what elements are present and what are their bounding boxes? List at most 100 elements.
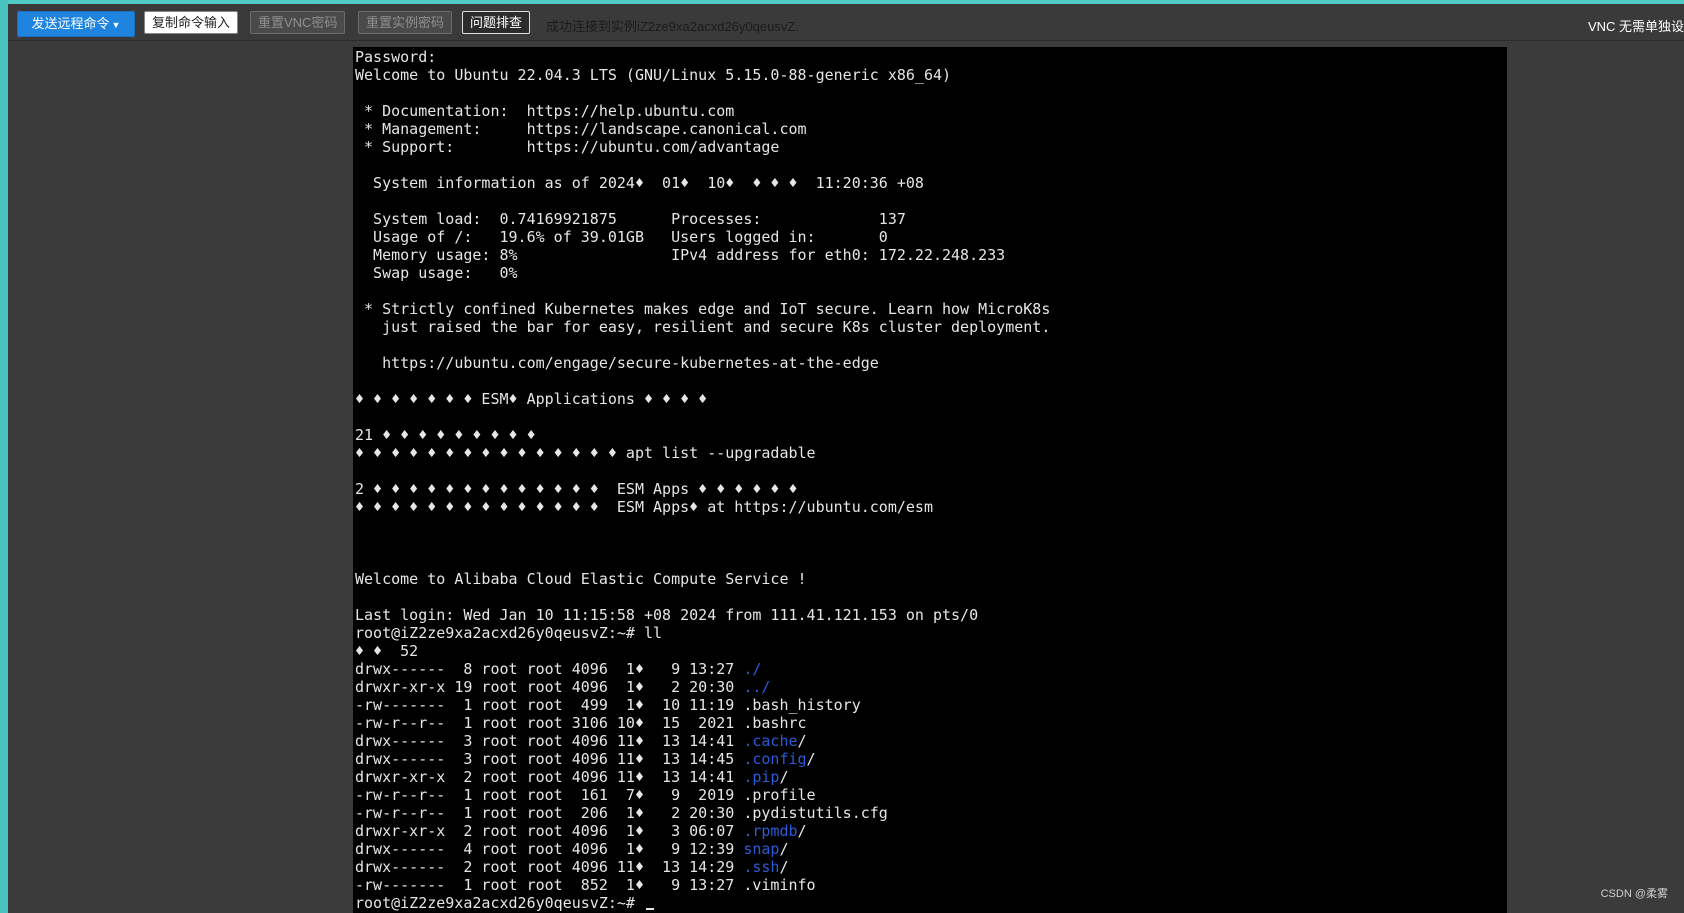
terminal-text: root@iZ2ze9xa2acxd26y0qeusvZ:~# ll (355, 624, 663, 642)
terminal-line: drwxr-xr-x 2 root root 4096 11♦ 13 14:41… (355, 768, 1507, 786)
csdn-watermark: CSDN @柔雾 (1600, 888, 1668, 900)
terminal-text: drwxr-xr-x 2 root root 4096 11♦ 13 14:41 (355, 768, 744, 786)
terminal-text: * Strictly confined Kubernetes makes edg… (355, 300, 1051, 318)
left-accent-bar (0, 0, 8, 913)
terminal-line: * Documentation: https://help.ubuntu.com (355, 102, 1507, 120)
terminal-line: -rw-r--r-- 1 root root 3106 10♦ 15 2021 … (355, 714, 1507, 732)
terminal-text: * Management: https://landscape.canonica… (355, 120, 807, 138)
terminal-text: drwx------ 2 root root 4096 11♦ 13 14:29 (355, 858, 744, 876)
terminal-line: Swap usage: 0% (355, 264, 1507, 282)
terminal-line: Welcome to Alibaba Cloud Elastic Compute… (355, 570, 1507, 588)
directory-name: .config (743, 750, 807, 768)
vnc-note: VNC 无需单独设 (1587, 19, 1684, 34)
terminal-line: * Management: https://landscape.canonica… (355, 120, 1507, 138)
terminal-text: drwx------ 3 root root 4096 11♦ 13 14:45 (355, 750, 744, 768)
terminal-line: drwx------ 3 root root 4096 11♦ 13 14:45… (355, 750, 1507, 768)
terminal-text: Memory usage: 8% IPv4 address for eth0: … (355, 246, 1006, 264)
terminal-line: -rw------- 1 root root 499 1♦ 10 11:19 .… (355, 696, 1507, 714)
terminal-text: System information as of 2024♦ 01♦ 10♦ ♦… (355, 174, 924, 192)
connection-status-message: 成功连接到实例iZ2ze9xa2acxd26y0qeusvZ. (546, 19, 799, 34)
terminal-line: -rw-r--r-- 1 root root 206 1♦ 2 20:30 .p… (355, 804, 1507, 822)
vnc-toolbar: 发送远程命令 ▼ 复制命令输入 重置VNC密码 重置实例密码 问题排查 成功连接到… (8, 4, 1684, 41)
terminal-text: ♦ ♦ ♦ ♦ ♦ ♦ ♦ ESM♦ Applications ♦ ♦ ♦ ♦ (355, 390, 708, 408)
terminal-line: just raised the bar for easy, resilient … (355, 318, 1507, 336)
terminal-text: just raised the bar for easy, resilient … (355, 318, 1051, 336)
terminal-line: root@iZ2ze9xa2acxd26y0qeusvZ:~# (355, 894, 1507, 912)
terminal-line: Welcome to Ubuntu 22.04.3 LTS (GNU/Linux… (355, 66, 1507, 84)
terminal-line: drwx------ 3 root root 4096 11♦ 13 14:41… (355, 732, 1507, 750)
terminal-line: root@iZ2ze9xa2acxd26y0qeusvZ:~# ll (355, 624, 1507, 642)
terminal-text: / (779, 840, 789, 858)
terminal-text: Usage of /: 19.6% of 39.01GB Users logge… (355, 228, 888, 246)
troubleshoot-button[interactable]: 问题排查 (462, 11, 531, 34)
terminal-text: Swap usage: 0% (355, 264, 518, 282)
directory-name: .cache (743, 732, 798, 750)
terminal-text: / (806, 750, 816, 768)
terminal-text: / (797, 732, 807, 750)
terminal-line: System load: 0.74169921875 Processes: 13… (355, 210, 1507, 228)
reset-instance-password-button[interactable]: 重置实例密码 (358, 11, 453, 34)
terminal-text: System load: 0.74169921875 Processes: 13… (355, 210, 906, 228)
terminal-line: ♦ ♦ ♦ ♦ ♦ ♦ ♦ ♦ ♦ ♦ ♦ ♦ ♦ ♦ ESM Apps♦ at… (355, 498, 1507, 516)
send-remote-command-button[interactable]: 发送远程命令 ▼ (17, 11, 135, 37)
terminal-line: Usage of /: 19.6% of 39.01GB Users logge… (355, 228, 1507, 246)
directory-name: ./ (743, 660, 762, 678)
terminal-line: Memory usage: 8% IPv4 address for eth0: … (355, 246, 1507, 264)
terminal-output: Password: Welcome to Ubuntu 22.04.3 LTS (… (353, 47, 1507, 912)
terminal-text: 2 ♦ ♦ ♦ ♦ ♦ ♦ ♦ ♦ ♦ ♦ ♦ ♦ ♦ ESM Apps ♦ ♦… (355, 480, 798, 498)
terminal-text: -rw-r--r-- 1 root root 161 7♦ 9 2019 .pr… (355, 786, 816, 804)
terminal-line: drwx------ 8 root root 4096 1♦ 9 13:27 .… (355, 660, 1507, 678)
terminal-text: / (779, 858, 789, 876)
terminal-text: / (779, 768, 789, 786)
terminal-text: drwxr-xr-x 19 root root 4096 1♦ 2 20:30 (355, 678, 744, 696)
terminal-line: 21 ♦ ♦ ♦ ♦ ♦ ♦ ♦ ♦ ♦ (355, 426, 1507, 444)
vnc-console[interactable]: Password: Welcome to Ubuntu 22.04.3 LTS (… (353, 47, 1507, 913)
terminal-line: -rw------- 1 root root 852 1♦ 9 13:27 .v… (355, 876, 1507, 894)
terminal-line: 2 ♦ ♦ ♦ ♦ ♦ ♦ ♦ ♦ ♦ ♦ ♦ ♦ ♦ ESM Apps ♦ ♦… (355, 480, 1507, 498)
terminal-text: -rw------- 1 root root 499 1♦ 10 11:19 .… (355, 696, 861, 714)
terminal-line: drwx------ 4 root root 4096 1♦ 9 12:39 s… (355, 840, 1507, 858)
terminal-line: * Support: https://ubuntu.com/advantage (355, 138, 1507, 156)
terminal-text: ♦ ♦ ♦ ♦ ♦ ♦ ♦ ♦ ♦ ♦ ♦ ♦ ♦ ♦ ESM Apps♦ at… (355, 498, 933, 516)
terminal-line: Last login: Wed Jan 10 11:15:58 +08 2024… (355, 606, 1507, 624)
terminal-text: drwx------ 3 root root 4096 11♦ 13 14:41 (355, 732, 744, 750)
terminal-line: ♦ ♦ ♦ ♦ ♦ ♦ ♦ ♦ ♦ ♦ ♦ ♦ ♦ ♦ ♦ apt list -… (355, 444, 1507, 462)
terminal-line: System information as of 2024♦ 01♦ 10♦ ♦… (355, 174, 1507, 192)
directory-name: .pip (743, 768, 780, 786)
terminal-line: ♦ ♦ 52 (355, 642, 1507, 660)
terminal-line: drwxr-xr-x 19 root root 4096 1♦ 2 20:30 … (355, 678, 1507, 696)
terminal-text: * Documentation: https://help.ubuntu.com (355, 102, 735, 120)
terminal-cursor (645, 908, 654, 910)
terminal-text: -rw-r--r-- 1 root root 206 1♦ 2 20:30 .p… (355, 804, 888, 822)
send-remote-command-label: 发送远程命令 (31, 16, 110, 31)
copy-command-input-button[interactable]: 复制命令输入 (144, 11, 239, 34)
terminal-text: Password: (355, 48, 437, 66)
terminal-line: -rw-r--r-- 1 root root 161 7♦ 9 2019 .pr… (355, 786, 1507, 804)
directory-name: snap (743, 840, 780, 858)
terminal-text: * Support: https://ubuntu.com/advantage (355, 138, 780, 156)
terminal-text: root@iZ2ze9xa2acxd26y0qeusvZ:~# (355, 894, 644, 912)
terminal-text: drwx------ 4 root root 4096 1♦ 9 12:39 (355, 840, 744, 858)
terminal-text: ♦ ♦ 52 (355, 642, 419, 660)
terminal-text: drwxr-xr-x 2 root root 4096 1♦ 3 06:07 (355, 822, 744, 840)
terminal-text: -rw-r--r-- 1 root root 3106 10♦ 15 2021 … (355, 714, 807, 732)
directory-name: ../ (743, 678, 771, 696)
directory-name: .rpmdb (743, 822, 798, 840)
reset-vnc-password-button[interactable]: 重置VNC密码 (250, 11, 346, 34)
terminal-text: Welcome to Ubuntu 22.04.3 LTS (GNU/Linux… (355, 66, 952, 84)
terminal-line: ♦ ♦ ♦ ♦ ♦ ♦ ♦ ESM♦ Applications ♦ ♦ ♦ ♦ (355, 390, 1507, 408)
terminal-text: Last login: Wed Jan 10 11:15:58 +08 2024… (355, 606, 979, 624)
terminal-text: drwx------ 8 root root 4096 1♦ 9 13:27 (355, 660, 744, 678)
terminal-line: drwxr-xr-x 2 root root 4096 1♦ 3 06:07 .… (355, 822, 1507, 840)
terminal-line: * Strictly confined Kubernetes makes edg… (355, 300, 1507, 318)
